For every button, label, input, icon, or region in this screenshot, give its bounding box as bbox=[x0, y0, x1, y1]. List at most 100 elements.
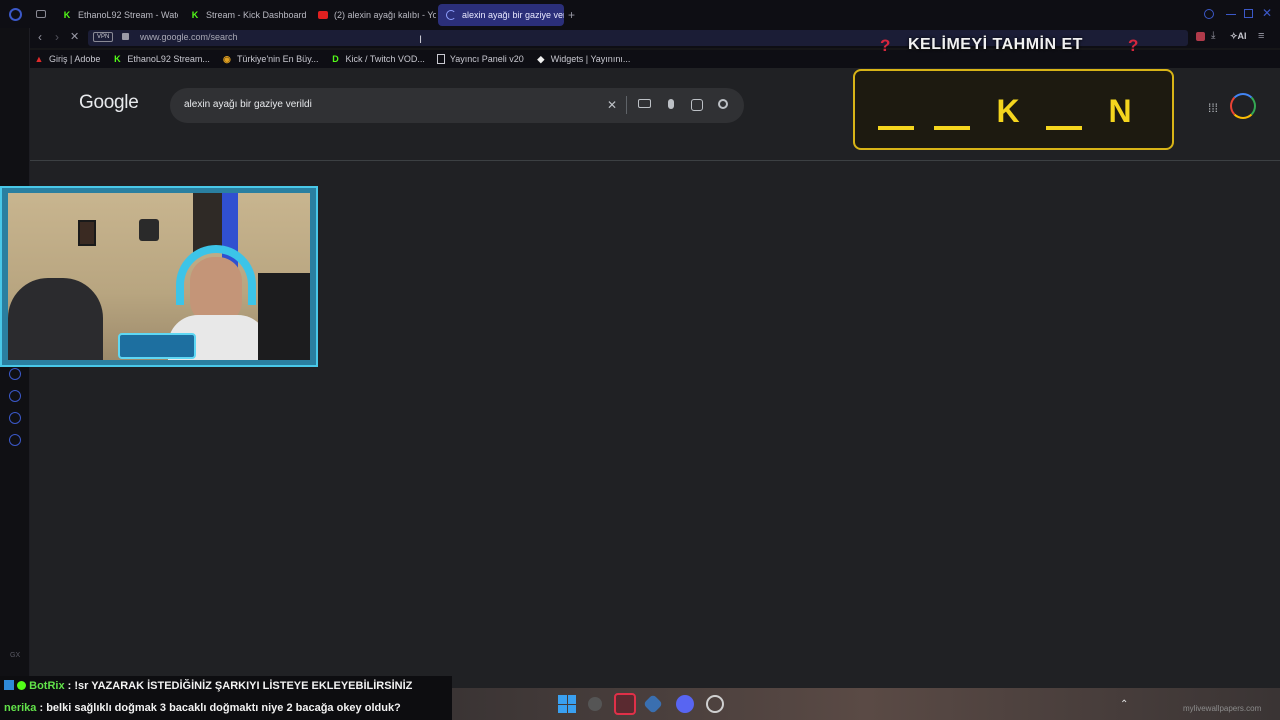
bookmark-ethanol-stream[interactable]: K EthanoL92 Stream... bbox=[112, 54, 210, 64]
chat-message: BotRix : !sr YAZARAK İSTEDİĞİNİZ ŞARKIYI… bbox=[4, 680, 412, 692]
question-mark-icon: ? bbox=[880, 36, 891, 55]
bot-icon bbox=[4, 680, 14, 690]
bookmark-label: Widgets | Yayınını... bbox=[550, 54, 631, 64]
kick-icon: K bbox=[114, 54, 121, 64]
chat-text: !sr YAZARAK İSTEDİĞİNİZ ŞARKIYI LİSTEYE … bbox=[74, 680, 413, 692]
discord-taskbar-icon[interactable] bbox=[676, 695, 694, 713]
letter-slot: K bbox=[996, 93, 1020, 129]
close-icon[interactable]: ✕ bbox=[1262, 6, 1272, 20]
webcam-logo-image bbox=[118, 333, 196, 359]
google-results-page bbox=[30, 68, 1280, 688]
vpn-badge[interactable]: VPN bbox=[93, 32, 114, 42]
url-text[interactable]: www.google.com/search bbox=[140, 32, 238, 42]
tab-label: alexin ayağı bir gaziye veri bbox=[462, 10, 564, 20]
settings-icon[interactable] bbox=[9, 434, 21, 446]
search-query[interactable]: alexin ayağı bir gaziye verildi bbox=[184, 99, 312, 110]
bookmark-icon[interactable] bbox=[1196, 32, 1205, 41]
shelf-image bbox=[193, 193, 223, 253]
player-icon[interactable] bbox=[9, 368, 21, 380]
chat-text: belki sağlıklı doğmak 3 bacaklı doğmaktı… bbox=[46, 702, 401, 714]
chat-message: nerika : belki sağlıklı doğmak 3 bacaklı… bbox=[4, 702, 401, 714]
windows-start-icon[interactable] bbox=[558, 695, 576, 713]
bookmark-adobe[interactable]: ▲ Giriş | Adobe bbox=[34, 54, 101, 64]
header-divider bbox=[30, 160, 1280, 161]
chat-username: nerika bbox=[4, 702, 37, 714]
watermark: mylivewallpapers.com bbox=[1183, 704, 1262, 713]
chat-username: BotRix bbox=[29, 680, 65, 692]
webcam-feed bbox=[8, 193, 310, 360]
opera-logo-icon[interactable] bbox=[9, 8, 22, 21]
widgets-icon: ◆ bbox=[537, 54, 545, 64]
network-icon[interactable]: ⌃ bbox=[1120, 699, 1128, 710]
chat-separator: : bbox=[64, 680, 75, 692]
lock-icon bbox=[122, 33, 129, 40]
settings-taskbar-icon[interactable] bbox=[706, 695, 724, 713]
history-icon[interactable] bbox=[9, 390, 21, 402]
tab-label: (2) alexin ayağı kalıbı - Yo bbox=[334, 10, 436, 20]
letter-slot bbox=[878, 80, 914, 130]
camera-search-icon[interactable] bbox=[691, 99, 703, 111]
back-button[interactable]: ‹ bbox=[33, 30, 47, 44]
bookmark-widgets[interactable]: ◆ Widgets | Yayınını... bbox=[536, 54, 631, 64]
account-avatar[interactable] bbox=[1230, 93, 1256, 119]
maximize-icon[interactable] bbox=[1244, 9, 1253, 18]
tab-switcher-icon[interactable] bbox=[36, 10, 46, 18]
poster-image bbox=[78, 220, 96, 246]
menu-icon[interactable]: ≡ bbox=[1258, 30, 1264, 42]
question-mark-icon: ? bbox=[1128, 36, 1139, 55]
chat-separator: : bbox=[36, 702, 47, 714]
search-taskbar-icon[interactable] bbox=[588, 697, 602, 711]
stop-loading-button[interactable]: ✕ bbox=[70, 30, 79, 43]
clear-search-icon[interactable]: ✕ bbox=[605, 98, 619, 112]
tab-label: Stream - Kick Dashboard bbox=[206, 10, 307, 20]
page-icon bbox=[436, 54, 445, 64]
search-divider bbox=[626, 96, 627, 114]
tab-label: EthanoL92 Stream - Watch bbox=[78, 10, 178, 20]
letter-slot bbox=[1046, 80, 1082, 130]
person-left-image bbox=[8, 278, 103, 360]
sign-image bbox=[139, 219, 159, 241]
bookmark-label: Kick / Twitch VOD... bbox=[345, 54, 425, 64]
keyboard-icon[interactable] bbox=[638, 99, 651, 108]
gx-label[interactable]: GX bbox=[10, 652, 20, 659]
opera-gx-taskbar-icon[interactable] bbox=[614, 693, 636, 715]
youtube-icon bbox=[318, 11, 328, 19]
text-cursor-icon: I bbox=[419, 34, 423, 46]
vod-icon: D bbox=[332, 54, 339, 64]
kick-icon: K bbox=[191, 10, 199, 20]
tab-youtube[interactable]: (2) alexin ayağı kalıbı - Yo bbox=[310, 4, 436, 26]
minimize-icon[interactable] bbox=[1226, 14, 1236, 15]
letter-slot bbox=[934, 80, 970, 130]
loading-icon bbox=[446, 10, 456, 20]
chair-image bbox=[258, 273, 310, 360]
word-game-title: KELİMEYİ TAHMİN ET bbox=[908, 36, 1083, 53]
microphone-icon[interactable] bbox=[668, 99, 674, 109]
messenger-icon[interactable] bbox=[9, 412, 21, 424]
download-icon[interactable]: ⤓ bbox=[1211, 30, 1215, 41]
tab-google-search[interactable]: alexin ayağı bir gaziye veri bbox=[438, 4, 564, 26]
search-icon[interactable] bbox=[718, 99, 728, 109]
apps-grid-icon[interactable]: ⁞⁞⁞ bbox=[1208, 101, 1218, 115]
tab-kick-dashboard[interactable]: K Stream - Kick Dashboard bbox=[182, 4, 310, 26]
bookmark-turkiye[interactable]: ◉ Türkiye'nin En Büy... bbox=[222, 54, 319, 64]
new-tab-button[interactable]: + bbox=[568, 8, 575, 22]
bookmark-label: Yayıncı Paneli v20 bbox=[449, 54, 524, 64]
bookmark-vod[interactable]: D Kick / Twitch VOD... bbox=[331, 54, 425, 64]
bookmark-label: EthanoL92 Stream... bbox=[127, 54, 210, 64]
letter-slot: N bbox=[1108, 93, 1132, 129]
ai-button[interactable]: ✧AI bbox=[1230, 31, 1247, 42]
bookmark-label: Giriş | Adobe bbox=[49, 54, 101, 64]
tab-ethanol-stream[interactable]: K EthanoL92 Stream - Watch bbox=[54, 4, 178, 26]
google-logo[interactable]: Google bbox=[79, 92, 139, 114]
forward-button[interactable]: › bbox=[50, 30, 64, 44]
bookmarks-bar: ▲ Giriş | Adobe K EthanoL92 Stream... ◉ … bbox=[28, 50, 1280, 68]
bookmark-label: Türkiye'nin En Büy... bbox=[236, 54, 319, 64]
windows-taskbar bbox=[452, 688, 1280, 720]
kick-icon: K bbox=[63, 10, 71, 20]
ai-label: AI bbox=[1237, 31, 1247, 41]
search-tabs-icon[interactable] bbox=[1204, 9, 1214, 19]
site-icon: ◉ bbox=[223, 54, 231, 64]
adobe-icon: ▲ bbox=[34, 54, 44, 64]
bookmark-yayinci[interactable]: Yayıncı Paneli v20 bbox=[436, 54, 524, 64]
verified-icon bbox=[17, 681, 27, 690]
